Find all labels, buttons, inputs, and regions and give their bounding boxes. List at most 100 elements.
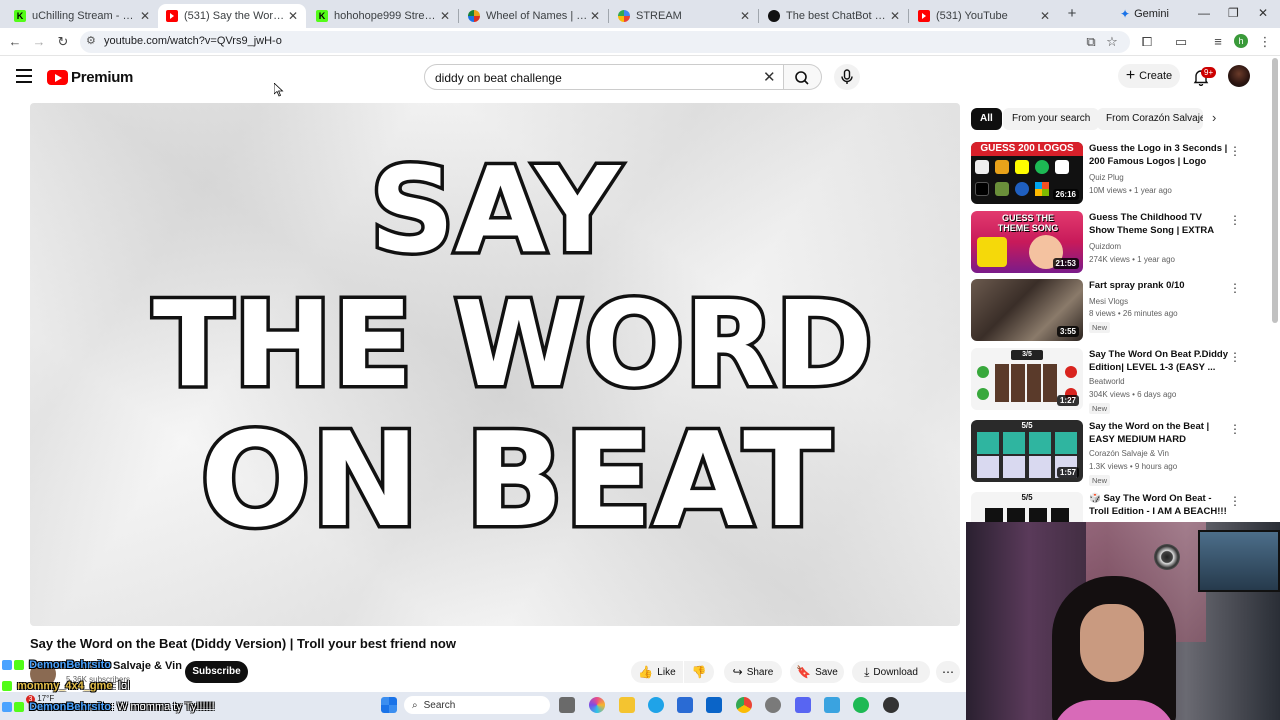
media-icon[interactable]: ≡ (1210, 34, 1226, 50)
browser-tab[interactable]: The best ChatBot and Widge ✕ (760, 4, 908, 28)
spotify-icon[interactable] (853, 697, 869, 713)
dislike-button[interactable]: 👎 (684, 661, 714, 683)
outlook-icon[interactable] (706, 697, 722, 713)
close-icon[interactable]: ✕ (738, 9, 752, 23)
recommended-video[interactable]: 3/5 1:27 Say The Word On Beat P.Diddy Ed… (971, 348, 1251, 414)
video-thumbnail[interactable]: GUESS THE THEME SONG 21:53 (971, 211, 1083, 273)
browser-menu-icon[interactable]: ⋮ (1257, 34, 1273, 50)
address-bar[interactable]: ⚙ youtube.com/watch?v=QVrs9_jwH-o (80, 31, 1130, 53)
back-icon[interactable]: ← (7, 34, 23, 50)
close-icon[interactable]: ✕ (888, 9, 902, 23)
browser-tab[interactable]: Wheel of Names | Random n ✕ (460, 4, 608, 28)
bookmark-star-icon[interactable]: ☆ (1104, 34, 1120, 50)
extensions-icon[interactable]: ⧠ (1139, 34, 1155, 50)
forward-icon[interactable]: → (31, 34, 47, 50)
recommended-channel[interactable]: Corazón Salvaje & Vin (1089, 449, 1169, 458)
close-window-icon[interactable]: ✕ (1258, 6, 1268, 20)
browser-tab[interactable]: K hohohope999 Stream - Kick D ✕ (308, 4, 458, 28)
recommended-channel[interactable]: Quizdom (1089, 242, 1121, 251)
site-info-icon[interactable]: ⚙ (86, 34, 96, 47)
recommended-video[interactable]: 3:55 Fart spray prank 0/10 Mesi Vlogs 8 … (971, 279, 1251, 343)
browser-tab[interactable]: STREAM ✕ (610, 4, 758, 28)
video-duration: 21:53 (1052, 258, 1079, 269)
browser-tab[interactable]: K uChilling Stream - Kick Dashb ✕ (6, 4, 158, 28)
more-options-icon[interactable]: ⋮ (1229, 281, 1241, 295)
close-icon[interactable]: ✕ (138, 9, 152, 23)
scrollbar[interactable] (1272, 58, 1278, 323)
download-button[interactable]: ⤓ Download (852, 661, 930, 683)
recommended-video[interactable]: GUESS THE THEME SONG 21:53 Guess The Chi… (971, 211, 1251, 275)
file-explorer-icon[interactable] (619, 697, 635, 713)
browser-tab[interactable]: (531) YouTube ✕ (910, 4, 1058, 28)
video-player[interactable]: SAY THE WORD ON BEAT (30, 103, 960, 626)
more-options-icon[interactable]: ⋮ (1229, 144, 1241, 158)
account-avatar[interactable] (1228, 65, 1250, 87)
copilot-icon[interactable] (589, 697, 605, 713)
recommended-video[interactable]: GUESS 200 LOGOS 26:16 Guess the Logo in … (971, 142, 1251, 206)
recommended-channel[interactable]: Beatworld (1089, 377, 1125, 386)
notepad-icon[interactable] (824, 697, 840, 713)
close-icon[interactable]: ✕ (1038, 9, 1052, 23)
new-badge: New (1089, 403, 1111, 414)
save-button[interactable]: 🔖 Save (790, 661, 844, 683)
recommended-title[interactable]: Say the Word on the Beat | EASY MEDIUM H… (1089, 420, 1229, 446)
chip-from-channel[interactable]: From Corazón Salvaje & (1097, 108, 1203, 130)
voice-search-button[interactable] (834, 64, 860, 90)
video-thumbnail[interactable]: 3:55 (971, 279, 1083, 341)
new-tab-button[interactable]: + (1064, 6, 1080, 22)
create-button[interactable]: + Create (1118, 64, 1180, 88)
store-icon[interactable] (677, 697, 693, 713)
task-view-icon[interactable] (559, 697, 575, 713)
recommended-video[interactable]: 5/5 1:57 Say the Word on the Beat | EASY… (971, 420, 1251, 486)
gemini-button[interactable]: ✦ Gemini (1120, 5, 1169, 23)
tab-title: The best ChatBot and Widge (786, 10, 888, 22)
close-icon[interactable]: ✕ (588, 9, 602, 23)
more-options-icon[interactable]: ⋮ (1229, 494, 1241, 508)
more-options-icon[interactable]: ⋮ (1229, 213, 1241, 227)
more-options-icon[interactable]: ⋮ (1229, 422, 1241, 436)
recommended-title[interactable]: Fart spray prank 0/10 (1089, 279, 1229, 292)
like-button[interactable]: 👍 Like (631, 661, 683, 683)
install-icon[interactable]: ⧉ (1083, 34, 1099, 50)
youtube-logo[interactable]: Premium (47, 69, 133, 86)
chat-username: DemonBehrsito (29, 701, 111, 713)
recommended-title[interactable]: Guess the Logo in 3 Seconds | 200 Famous… (1089, 142, 1229, 168)
taskbar-search[interactable]: ⌕ Search (404, 696, 550, 714)
recommended-channel[interactable]: Quiz Plug (1089, 173, 1124, 182)
chevron-right-icon[interactable]: › (1212, 110, 1216, 125)
settings-icon[interactable] (765, 697, 781, 713)
close-icon[interactable]: ✕ (438, 9, 452, 23)
youtube-icon (166, 10, 178, 22)
obs-icon[interactable] (883, 697, 899, 713)
more-options-icon[interactable]: ⋮ (1229, 350, 1241, 364)
chrome-icon[interactable] (736, 697, 752, 713)
recommended-channel[interactable]: Mesi Vlogs (1089, 297, 1128, 306)
cast-icon[interactable]: ▭ (1173, 34, 1189, 50)
discord-icon[interactable] (795, 697, 811, 713)
search-input[interactable]: diddy on beat challenge (424, 64, 784, 90)
clear-search-icon[interactable]: ✕ (763, 68, 776, 86)
recommended-title[interactable]: Guess The Childhood TV Show Theme Song |… (1089, 211, 1229, 237)
chip-all[interactable]: All (971, 108, 1002, 130)
close-icon[interactable]: ✕ (286, 9, 300, 23)
hamburger-menu-icon[interactable] (16, 69, 32, 83)
chip-from-your-search[interactable]: From your search (1003, 108, 1100, 130)
recommended-title[interactable]: Say The Word On Beat P.Diddy Edition| LE… (1089, 348, 1229, 374)
video-thumbnail[interactable]: 5/5 1:57 (971, 420, 1083, 482)
profile-avatar[interactable]: h (1234, 34, 1248, 48)
windows-start-icon[interactable] (381, 697, 397, 713)
reload-icon[interactable]: ↻ (55, 34, 71, 50)
more-actions-button[interactable]: ⋯ (936, 661, 960, 683)
search-button[interactable] (784, 64, 822, 90)
browser-tab-active[interactable]: (531) Say the Word on the Be ✕ (158, 4, 306, 28)
minimize-icon[interactable]: — (1198, 6, 1210, 20)
restore-icon[interactable]: ❐ (1228, 6, 1239, 20)
video-thumbnail[interactable]: 3/5 1:27 (971, 348, 1083, 410)
video-thumbnail[interactable]: 5/5 (971, 492, 1083, 522)
subscribe-button[interactable]: Subscribe (185, 661, 248, 683)
video-thumbnail[interactable]: GUESS 200 LOGOS 26:16 (971, 142, 1083, 204)
recommended-title[interactable]: 🎲 Say The Word On Beat - Troll Edition -… (1089, 492, 1229, 518)
edge-icon[interactable] (648, 697, 664, 713)
recommended-video[interactable]: 5/5 🎲 Say The Word On Beat - Troll Editi… (971, 492, 1251, 522)
share-button[interactable]: ↪ Share (724, 661, 782, 683)
